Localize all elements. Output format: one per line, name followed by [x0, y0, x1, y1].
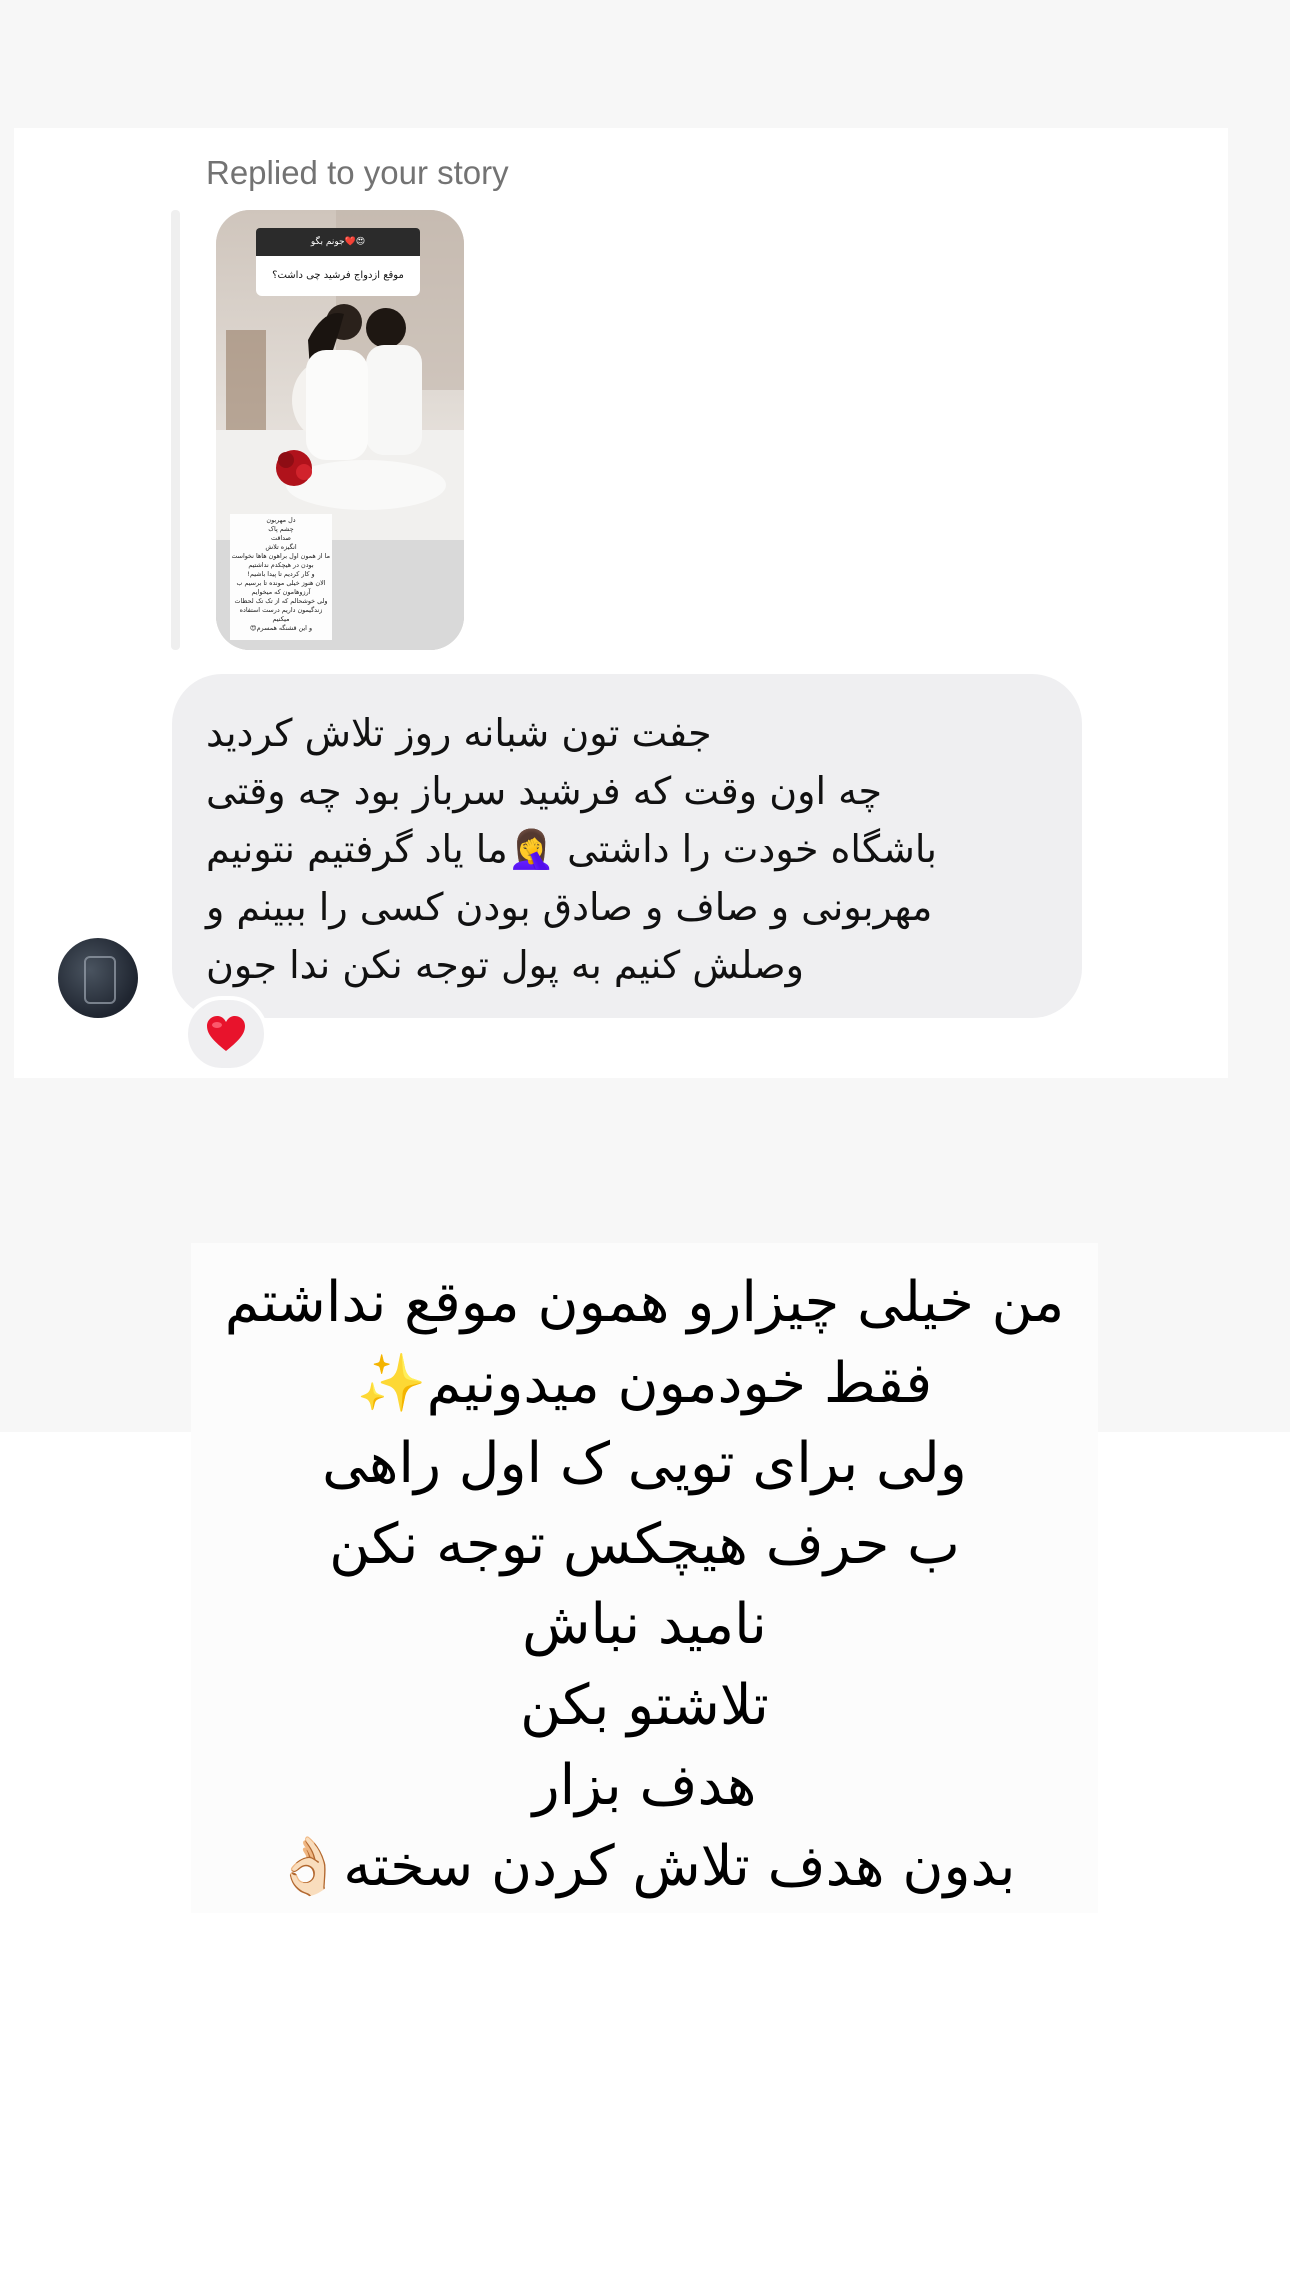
story-note-line: دل مهربون — [266, 516, 296, 524]
heart-icon — [207, 1016, 245, 1051]
story-thumbnail[interactable]: جونم بگو❤️😍 موقع ازدواج فرشید چی داشت؟ د… — [216, 210, 464, 650]
story-note-card: دل مهربون چشم پاک صداقت انگیزه تلاش ما ا… — [230, 514, 332, 640]
caption-line: من خیلی چیزارو همون موقع نداشتم — [224, 1270, 1065, 1335]
story-caption-card: من خیلی چیزارو همون موقع نداشتم فقط خودم… — [191, 1243, 1098, 1913]
message-line: چه اون وقت که فرشید سرباز بود چه وقتی — [206, 769, 882, 813]
caption-line: فقط خودمون میدونیم✨ — [356, 1350, 933, 1416]
message-line: وصلش کنیم به پول توجه نکن ندا جون — [206, 943, 804, 987]
story-question-header: جونم بگو❤️😍 — [256, 228, 420, 256]
heart-reaction-badge[interactable]: ❤️ — [184, 996, 268, 1072]
dm-thread: Replied to your story جونم بگو❤️😍 موقع ا… — [14, 128, 1228, 1078]
caption-line: نامید نباش — [522, 1592, 767, 1657]
message-line: جفت تون شبانه روز تلاش کردید — [206, 711, 712, 755]
caption-line: ولی برای تویی ک اول راهی — [322, 1431, 967, 1496]
caption-line: ب حرف هیچکس توجه نکن — [329, 1511, 960, 1577]
story-note-line: و این قشنگه همسرم😍 — [249, 624, 313, 632]
story-note-line: ولی خوشحالم که از تک تک لحظات — [234, 597, 328, 605]
story-note-line: ما از همون اول براهون هاها نخواست — [232, 552, 330, 560]
story-note-line: میکنیم — [272, 615, 290, 623]
message-line: باشگاه خودت را داشتی 🤦‍♀️ما یاد گرفتیم ن… — [206, 827, 937, 871]
story-reply-label: Replied to your story — [206, 154, 509, 191]
caption-line: بدون هدف تلاش کردن سخته👌🏻 — [273, 1833, 1016, 1899]
message-line: مهربونی و صاف و صادق بودن کسی را ببینم و — [206, 885, 933, 929]
caption-text: من خیلی چیزارو همون موقع نداشتم فقط خودم… — [191, 1263, 1098, 1907]
story-note-line: آرزوهامون که میخوایم — [251, 588, 311, 596]
caption-line: تلاشتو بکن — [520, 1672, 769, 1738]
sender-avatar[interactable] — [58, 938, 138, 1018]
caption-line: هدف بزار — [532, 1753, 757, 1818]
message-text: جفت تون شبانه روز تلاش کردید چه اون وقت … — [206, 704, 937, 994]
story-note-line: و کار کردیم تا پیدا باشیم! — [247, 570, 315, 578]
reply-indicator-bar — [171, 210, 180, 650]
story-note-line: الان هنوز خیلی مونده تا برسیم ب — [236, 579, 326, 587]
story-note-line: زندگیمون داریم درست استفاده — [239, 606, 323, 614]
story-note-line: انگیزه تلاش — [265, 543, 297, 551]
story-note-line: چشم پاک — [268, 525, 294, 533]
story-question-text: موقع ازدواج فرشید چی داشت؟ — [256, 256, 420, 296]
message-bubble[interactable]: جفت تون شبانه روز تلاش کردید چه اون وقت … — [172, 674, 1082, 1018]
story-note-line: صداقت — [271, 534, 291, 542]
story-note-line: بودن در هیچکدم نداشتیم — [248, 561, 314, 569]
